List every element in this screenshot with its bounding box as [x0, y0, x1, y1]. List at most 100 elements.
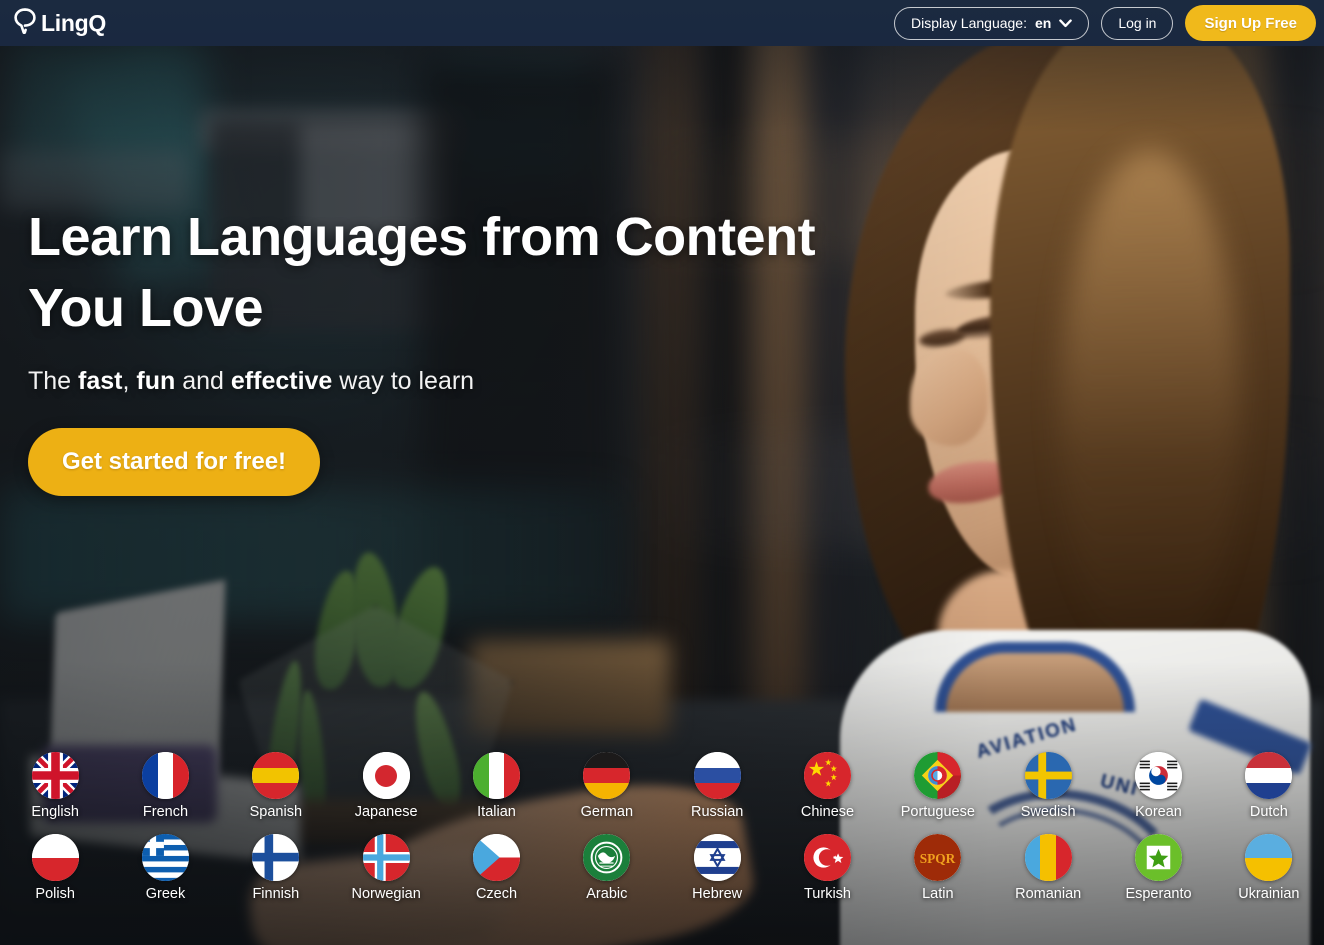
language-option-label: Ukrainian	[1238, 886, 1300, 902]
display-language-selector[interactable]: Display Language: en	[894, 6, 1090, 40]
display-language-label: Display Language:	[911, 15, 1027, 31]
language-option-norwegian[interactable]: Norwegian	[331, 834, 441, 902]
flag-ua-icon	[1245, 834, 1293, 881]
language-option-label: Portuguese	[900, 804, 975, 820]
flag-no-icon	[362, 834, 410, 881]
language-option-russian[interactable]: Russian	[662, 752, 772, 820]
language-option-label: German	[580, 804, 634, 820]
hero-subheading: The fast, fun and effective way to learn	[28, 367, 815, 396]
flag-tr-icon	[803, 834, 851, 881]
flag-jp-icon	[362, 752, 410, 799]
get-started-button[interactable]: Get started for free!	[28, 427, 321, 496]
language-option-chinese[interactable]: Chinese	[772, 752, 882, 820]
sub-post: way to learn	[332, 366, 475, 395]
flag-cz-icon	[472, 834, 520, 881]
sub-pre: The	[28, 366, 79, 395]
flag-de-icon	[583, 752, 631, 799]
language-option-label: Esperanto	[1125, 886, 1192, 902]
language-option-label: Polish	[35, 886, 75, 902]
signup-button[interactable]: Sign Up Free	[1185, 5, 1316, 41]
language-option-label: Finnish	[252, 886, 300, 902]
language-option-label: Czech	[475, 886, 518, 902]
sub-mid2: and	[175, 366, 231, 395]
flag-gb-icon	[31, 752, 79, 799]
language-option-esperanto[interactable]: Esperanto	[1103, 834, 1213, 902]
chevron-down-icon	[1059, 15, 1073, 31]
hero-section: Learn Languages from Content You Love Th…	[28, 202, 816, 496]
flag-pl-icon	[31, 834, 79, 881]
language-option-french[interactable]: French	[110, 752, 220, 820]
language-option-latin[interactable]: SPQR Latin	[883, 834, 993, 902]
lingq-logo-text: LingQ	[41, 9, 106, 36]
language-option-label: Greek	[145, 886, 186, 902]
language-option-label: Japanese	[354, 804, 418, 820]
hero-heading-line2: You Love	[28, 278, 264, 339]
flag-eo-icon	[1134, 834, 1182, 881]
language-option-japanese[interactable]: Japanese	[331, 752, 441, 820]
flag-nl-icon	[1245, 752, 1293, 799]
language-option-czech[interactable]: Czech	[441, 834, 551, 902]
lingq-pin-icon	[14, 7, 36, 39]
sub-emphasis-effective: effective	[230, 366, 333, 395]
flag-il-icon	[693, 834, 741, 881]
flag-fr-icon	[141, 752, 189, 799]
language-option-label: Latin	[922, 886, 954, 902]
language-option-german[interactable]: German	[552, 752, 662, 820]
language-option-arabic[interactable]: Arabic	[552, 834, 662, 902]
language-option-label: Italian	[477, 804, 516, 820]
language-option-swedish[interactable]: Swedish	[993, 752, 1103, 820]
language-option-hebrew[interactable]: Hebrew	[662, 834, 772, 902]
login-button[interactable]: Log in	[1101, 6, 1174, 40]
language-option-spanish[interactable]: Spanish	[221, 752, 331, 820]
language-option-label: Turkish	[803, 886, 851, 902]
flag-ru-icon	[693, 752, 741, 799]
language-option-label: Swedish	[1020, 804, 1076, 820]
language-option-ukrainian[interactable]: Ukrainian	[1214, 834, 1324, 902]
navbar-actions: Display Language: en Log in Sign Up Free	[894, 5, 1316, 41]
sub-emphasis-fun: fun	[136, 366, 176, 395]
language-option-label: Arabic	[586, 886, 628, 902]
flag-pt-br-icon	[914, 752, 962, 799]
top-navbar: LingQ Display Language: en Log in Sign U…	[0, 0, 1324, 46]
signup-label: Sign Up Free	[1204, 14, 1297, 32]
language-option-portuguese[interactable]: Portuguese	[883, 752, 993, 820]
language-option-turkish[interactable]: Turkish	[772, 834, 882, 902]
lingq-logo[interactable]: LingQ	[14, 7, 106, 39]
flag-ro-icon	[1024, 834, 1072, 881]
login-label: Log in	[1118, 15, 1157, 31]
language-option-label: Russian	[690, 804, 744, 820]
language-option-greek[interactable]: Greek	[110, 834, 220, 902]
language-option-english[interactable]: English	[0, 752, 110, 820]
flag-la-icon: SPQR	[914, 834, 962, 881]
hero-heading-line1: Learn Languages from Content	[28, 207, 816, 267]
flag-gr-icon	[141, 834, 189, 881]
sub-emphasis-fast: fast	[78, 366, 123, 395]
language-option-label: Hebrew	[692, 886, 743, 902]
language-option-italian[interactable]: Italian	[441, 752, 551, 820]
language-option-label: Korean	[1135, 804, 1182, 820]
language-option-dutch[interactable]: Dutch	[1214, 752, 1324, 820]
flag-it-icon	[472, 752, 520, 799]
flag-cn-icon	[803, 752, 851, 799]
language-option-finnish[interactable]: Finnish	[221, 834, 331, 902]
flag-fi-icon	[252, 834, 300, 881]
flag-ar-icon	[583, 834, 631, 881]
display-language-value: en	[1034, 15, 1052, 31]
language-option-korean[interactable]: Korean	[1103, 752, 1213, 820]
language-option-label: French	[142, 804, 189, 820]
flag-es-icon	[252, 752, 300, 799]
language-option-label: Dutch	[1249, 804, 1288, 820]
flag-kr-icon	[1134, 752, 1182, 799]
language-option-romanian[interactable]: Romanian	[993, 834, 1103, 902]
language-option-label: Spanish	[249, 804, 303, 820]
language-option-label: Romanian	[1015, 886, 1082, 902]
get-started-label: Get started for free!	[62, 447, 287, 475]
sub-mid1: ,	[122, 366, 137, 395]
language-selector-grid: English French Spanish Japanese Italian Germ…	[0, 752, 1324, 902]
language-option-label: Norwegian	[351, 886, 421, 902]
language-option-label: English	[31, 804, 79, 820]
flag-se-icon	[1024, 752, 1072, 799]
language-option-polish[interactable]: Polish	[0, 834, 110, 902]
hero-heading: Learn Languages from Content You Love	[28, 202, 816, 345]
page-root: AVIATION UNI LingQ Display Language: en	[0, 0, 1324, 945]
